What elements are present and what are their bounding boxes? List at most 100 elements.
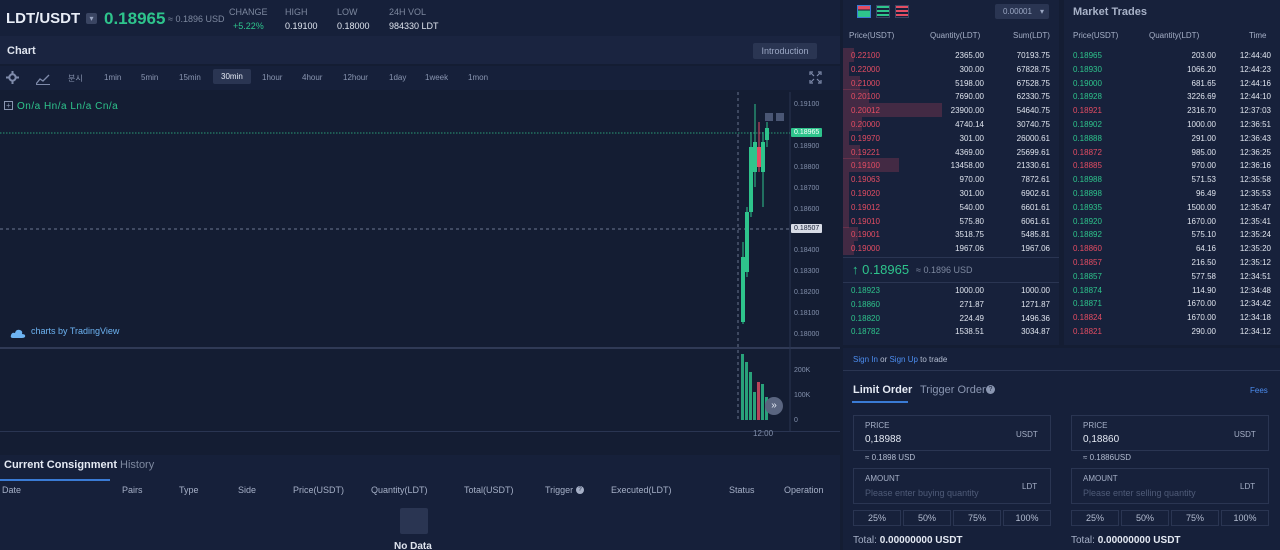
active-tab-indicator xyxy=(852,401,908,403)
ask-row[interactable]: 0.19001 3518.75 5485.81 xyxy=(843,227,1059,242)
gear-icon[interactable] xyxy=(6,71,19,89)
trade-qty: 571.53 xyxy=(1191,175,1216,185)
trade-time: 12:35:20 xyxy=(1239,244,1271,254)
ask-row[interactable]: 0.21000 5198.00 67528.75 xyxy=(843,75,1059,90)
sell-pct-75[interactable]: 75% xyxy=(1171,510,1219,526)
high-value: 0.19100 xyxy=(285,21,318,31)
last-price-usd: ≈ 0.1896 USD xyxy=(168,14,225,24)
trade-row: 0.18872 985.00 12:36:25 xyxy=(1064,145,1280,159)
buy-pct-50[interactable]: 50% xyxy=(903,510,951,526)
precision-select[interactable]: 0.00001 ▾ xyxy=(995,4,1049,19)
trade-qty: 96.49 xyxy=(1195,189,1216,198)
tab-history[interactable]: History xyxy=(120,459,154,471)
tab-limit-order[interactable]: Limit Order xyxy=(853,384,912,396)
timeframe-30min[interactable]: 30min xyxy=(213,69,251,84)
help-icon[interactable]: ? xyxy=(986,385,995,394)
ask-price: 0.19063 xyxy=(851,175,880,185)
fullscreen-icon[interactable] xyxy=(809,71,822,89)
book-buy-icon[interactable] xyxy=(876,5,890,18)
tradingview-cloud-icon xyxy=(10,326,26,344)
ask-price: 0.20100 xyxy=(851,92,880,102)
sell-price-input[interactable]: 0,18860 xyxy=(1083,434,1119,445)
buy-amount-unit: LDT xyxy=(1022,482,1038,491)
bid-qty: 1538.51 xyxy=(955,327,984,337)
timeframe-1week[interactable]: 1week xyxy=(425,73,448,82)
pair-name[interactable]: LDT/USDT xyxy=(6,10,80,27)
ask-row[interactable]: 0.19000 1967.06 1967.06 xyxy=(843,241,1059,256)
ask-sum: 54640.75 xyxy=(1016,106,1050,116)
high-label: HIGH xyxy=(285,7,308,17)
tab-current-consignment[interactable]: Current Consignment xyxy=(4,459,117,471)
volume-tick: 100K xyxy=(794,392,811,399)
ask-row[interactable]: 0.19010 575.80 6061.61 xyxy=(843,213,1059,228)
tradingview-link[interactable]: charts by TradingView xyxy=(31,326,119,336)
tab-trigger-order[interactable]: Trigger Order xyxy=(920,384,986,396)
ask-row[interactable]: 0.19063 970.00 7872.61 xyxy=(843,172,1059,187)
ask-sum: 6601.61 xyxy=(1021,202,1050,212)
trade-qty: 970.00 xyxy=(1191,161,1216,171)
help-icon[interactable]: ? xyxy=(576,486,584,494)
book-both-icon[interactable] xyxy=(857,5,871,18)
timeframe-4hour[interactable]: 4hour xyxy=(302,73,322,82)
vol-label: 24H VOL xyxy=(389,7,427,17)
trade-qty: 1670.00 xyxy=(1187,313,1216,323)
bid-row[interactable]: 0.18782 1538.51 3034.87 xyxy=(843,324,1059,338)
chevron-down-icon[interactable]: ▾ xyxy=(86,13,97,24)
ask-qty: 4369.00 xyxy=(955,147,984,157)
timeframe-12hour[interactable]: 12hour xyxy=(343,73,368,82)
ask-row[interactable]: 0.19020 301.00 6902.61 xyxy=(843,186,1059,200)
trade-row: 0.18892 575.10 12:35:24 xyxy=(1064,227,1280,241)
trade-row: 0.18874 114.90 12:34:48 xyxy=(1064,283,1280,297)
timeframe-1hour[interactable]: 1hour xyxy=(262,73,282,82)
ask-row[interactable]: 0.22100 2365.00 70193.75 xyxy=(843,48,1059,62)
bid-row[interactable]: 0.18820 224.49 1496.36 xyxy=(843,311,1059,325)
timeframe-realtime[interactable]: 분시 xyxy=(68,73,83,84)
buy-pct-75[interactable]: 75% xyxy=(953,510,1001,526)
signup-link[interactable]: Sign Up xyxy=(889,355,917,364)
column-header: Date xyxy=(2,485,22,495)
sell-pct-50[interactable]: 50% xyxy=(1121,510,1169,526)
signin-link[interactable]: Sign In xyxy=(853,355,878,364)
scroll-right-icon[interactable]: » xyxy=(765,397,783,415)
ask-sum: 21330.61 xyxy=(1016,161,1050,171)
sell-amount-input[interactable]: Please enter selling quantity xyxy=(1083,488,1196,498)
timeframe-5min[interactable]: 5min xyxy=(141,73,158,82)
ask-row[interactable]: 0.20000 4740.14 30740.75 xyxy=(843,117,1059,131)
ask-price: 0.21000 xyxy=(851,78,880,88)
ask-row[interactable]: 0.19221 4369.00 25699.61 xyxy=(843,144,1059,159)
buy-price-usd: ≈ 0.1898 USD xyxy=(865,453,916,462)
bid-row[interactable]: 0.18923 1000.00 1000.00 xyxy=(843,283,1059,297)
timeframe-1day[interactable]: 1day xyxy=(389,73,406,82)
sell-pct-100[interactable]: 100% xyxy=(1221,510,1269,526)
timeframe-1min[interactable]: 1min xyxy=(104,73,121,82)
introduction-button[interactable]: Introduction xyxy=(753,43,817,59)
indicator-icon[interactable] xyxy=(35,72,50,90)
ask-row[interactable]: 0.19100 13458.00 21330.61 xyxy=(843,158,1059,173)
trade-row: 0.18821 290.00 12:34:12 xyxy=(1064,324,1280,338)
level-price-tag: 0.18507 xyxy=(791,224,823,233)
trade-time: 12:36:43 xyxy=(1239,133,1271,143)
timeframe-15min[interactable]: 15min xyxy=(179,73,201,82)
ask-row[interactable]: 0.22000 300.00 67828.75 xyxy=(843,61,1059,76)
sell-pct-25[interactable]: 25% xyxy=(1071,510,1119,526)
buy-price-input[interactable]: 0,18988 xyxy=(865,434,901,445)
ask-qty: 540.00 xyxy=(959,202,984,212)
ask-qty: 575.80 xyxy=(959,216,984,226)
ask-row[interactable]: 0.20100 7690.00 62330.75 xyxy=(843,89,1059,104)
buy-amount-input[interactable]: Please enter buying quantity xyxy=(865,488,979,498)
ask-row[interactable]: 0.19970 301.00 26000.61 xyxy=(843,130,1059,145)
ask-row[interactable]: 0.20012 23900.00 54640.75 xyxy=(843,103,1059,118)
column-header: Executed(LDT) xyxy=(611,485,672,495)
empty-state: No Data xyxy=(394,541,432,550)
buy-pct-100[interactable]: 100% xyxy=(1003,510,1051,526)
ask-price: 0.19010 xyxy=(851,216,880,226)
ask-row[interactable]: 0.19012 540.00 6601.61 xyxy=(843,199,1059,214)
fees-link[interactable]: Fees xyxy=(1250,386,1268,395)
trade-price: 0.18935 xyxy=(1073,202,1102,212)
ask-sum: 6061.61 xyxy=(1021,216,1050,226)
book-sell-icon[interactable] xyxy=(895,5,909,18)
buy-pct-25[interactable]: 25% xyxy=(853,510,901,526)
bid-row[interactable]: 0.18860 271.87 1271.87 xyxy=(843,297,1059,311)
timeframe-1mon[interactable]: 1mon xyxy=(468,73,488,82)
price-tick: 0.18000 xyxy=(794,331,820,338)
